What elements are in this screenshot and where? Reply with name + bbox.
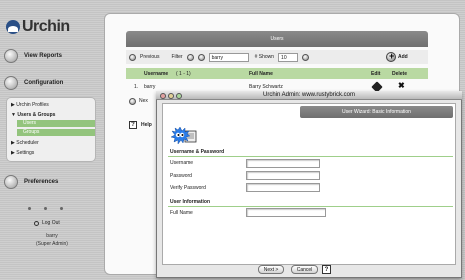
users-table-header: Username ( 1 - 1) Full Name Edit Delete — [126, 68, 428, 79]
submenu-groups[interactable]: Groups — [17, 129, 95, 136]
sidebar-dots — [28, 207, 63, 210]
section-user-information: User Information — [170, 199, 211, 205]
filter-clear-icon[interactable] — [197, 53, 205, 61]
add-user-button[interactable]: Add — [386, 51, 408, 62]
logout-icon — [34, 220, 39, 226]
previous-icon[interactable] — [129, 53, 136, 61]
filter-apply-icon[interactable] — [186, 53, 194, 61]
password-field[interactable] — [246, 171, 320, 180]
filter-label: Filter — [171, 54, 183, 60]
section-divider — [168, 206, 453, 207]
cancel-button[interactable]: Cancel — [291, 265, 318, 274]
wizard-title: User Wizard: Basic Information — [300, 106, 453, 118]
view-reports-icon — [4, 49, 18, 63]
dot — [28, 207, 31, 210]
next-page-icon[interactable] — [129, 97, 136, 105]
nav-preferences-label: Preferences — [24, 179, 59, 185]
users-toolbar: Previous Filter barry # Shown 10 — [126, 50, 428, 64]
next-button[interactable]: Next > — [258, 265, 284, 274]
configuration-icon — [4, 76, 18, 90]
dot — [44, 207, 47, 210]
close-window-icon[interactable] — [160, 93, 166, 99]
wizard-help-icon[interactable]: ? — [322, 265, 331, 274]
add-icon — [386, 51, 396, 62]
window-controls — [160, 93, 182, 99]
minimize-window-icon[interactable] — [168, 93, 174, 99]
col-edit: Edit — [371, 70, 381, 77]
nav-view-reports-label: View Reports — [24, 53, 62, 59]
password-label: Password — [170, 173, 192, 179]
submenu-users-groups[interactable]: ▼ Users & Groups — [11, 112, 55, 118]
verify-password-label: Verify Password — [170, 185, 206, 191]
col-delete: Delete — [392, 70, 408, 77]
preferences-icon — [4, 175, 18, 189]
dot — [60, 207, 63, 210]
configuration-submenu: ▶ Urchin Profiles ▼ Users & Groups Users… — [6, 97, 96, 162]
shown-apply-icon[interactable] — [302, 53, 310, 61]
nav-configuration-label: Configuration — [24, 80, 64, 86]
nav-preferences[interactable]: Preferences — [4, 175, 58, 189]
urchin-logo: Urchin — [6, 18, 70, 36]
fullname-field[interactable] — [246, 208, 326, 217]
help-icon: ? — [129, 121, 137, 129]
col-username[interactable]: Username — [144, 71, 168, 77]
section-username-password: Username & Password — [170, 149, 225, 155]
urchin-mascot-icon — [170, 126, 197, 145]
shown-label: # Shown — [254, 54, 275, 60]
col-full-name[interactable]: Full Name — [249, 71, 273, 77]
fullname-label: Full Name — [170, 210, 193, 216]
next-page-label[interactable]: Nex — [139, 98, 148, 104]
submenu-urchin-profiles[interactable]: ▶ Urchin Profiles — [11, 102, 49, 108]
current-user-role: (Super Admin) — [36, 241, 68, 247]
users-panel-title: Users — [126, 31, 428, 47]
user-info: barry (Super Admin) — [30, 232, 74, 248]
help-label: Help — [141, 122, 152, 128]
verify-password-field[interactable] — [246, 183, 320, 192]
previous-label[interactable]: Previous — [140, 54, 159, 60]
section-divider — [168, 156, 453, 157]
nav-configuration[interactable]: Configuration — [4, 76, 63, 90]
submenu-scheduler[interactable]: ▶ Scheduler — [11, 140, 39, 146]
submenu-settings[interactable]: ▶ Settings — [11, 150, 34, 156]
username-label: Username — [170, 160, 194, 166]
logout-link[interactable]: Log Out — [34, 220, 60, 226]
nav-view-reports[interactable]: View Reports — [4, 49, 62, 63]
row-number: 1. — [134, 84, 139, 90]
zoom-window-icon[interactable] — [176, 93, 182, 99]
filter-input[interactable]: barry — [208, 52, 249, 62]
row-full-name: Barry Schwartz — [249, 84, 283, 90]
username-field[interactable] — [246, 159, 320, 168]
row-username: barry — [144, 84, 156, 90]
urchin-logo-icon — [6, 20, 20, 34]
current-username: barry — [46, 233, 58, 239]
submenu-users[interactable]: Users — [17, 120, 95, 127]
logout-label: Log Out — [42, 220, 60, 226]
window-title: Urchin Admin: www.rustybrick.com — [156, 91, 462, 100]
add-label: Add — [398, 54, 408, 60]
delete-icon[interactable]: ✖ — [398, 81, 405, 90]
col-range: ( 1 - 1) — [176, 70, 191, 77]
shown-select[interactable]: 10 — [278, 52, 299, 62]
